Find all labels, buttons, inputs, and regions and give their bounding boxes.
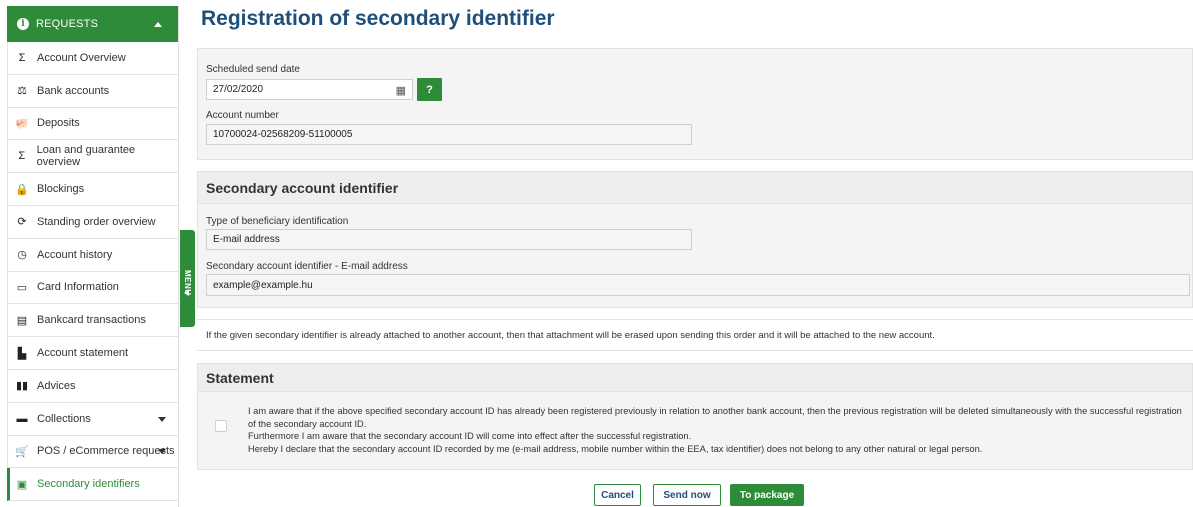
sigma-icon: Σ — [18, 150, 26, 163]
cancel-button[interactable]: Cancel — [594, 484, 641, 506]
send-now-button[interactable]: Send now — [653, 484, 721, 506]
sidebar-item[interactable]: ▭ Card Information — [7, 271, 178, 305]
pdf-icon: ▙ — [17, 347, 27, 360]
wallet-icon: ▬ — [16, 412, 28, 425]
sidebar-item-label: Account history — [37, 248, 113, 261]
page-title: Registration of secondary identifier — [201, 7, 555, 30]
account-number-field: 10700024-02568209-51100005 — [206, 124, 692, 145]
sidebar-item-label: Blockings — [37, 183, 85, 196]
sidebar-item[interactable]: ◷ Account history — [7, 238, 178, 272]
sidebar-item-label: Collections — [37, 412, 91, 425]
statement-line-2: Furthermore I am aware that the secondar… — [248, 431, 692, 442]
sidebar-item[interactable]: Σ Loan and guarantee overview — [7, 140, 178, 174]
sidebar-item[interactable]: 🔒 Blockings — [7, 173, 178, 206]
sidebar-item-label: Advices — [37, 379, 76, 392]
secondary-identifier-heading: Secondary account identifier — [198, 172, 1192, 204]
email-identifier-value: example@example.hu — [213, 279, 313, 291]
sidebar-item-label: Account Overview — [37, 51, 126, 64]
sidebar-item-label: Card Information — [37, 281, 119, 294]
sidebar: i REQUESTS Σ Account Overview ⚖ Bank accoun… — [7, 6, 179, 507]
card-icon: ▭ — [16, 281, 28, 294]
clock-icon: ◷ — [17, 249, 27, 262]
account-number-value: 10700024-02568209-51100005 — [213, 129, 353, 140]
sidebar-item[interactable]: ▣ Secondary identifiers — [7, 468, 178, 502]
chevron-left-icon — [184, 290, 189, 296]
notice-message: If the given secondary identifier is alr… — [206, 329, 935, 341]
sidebar-item[interactable]: Σ Account Overview — [7, 42, 178, 75]
sidebar-item-label: Secondary identifiers — [37, 478, 140, 491]
book-icon: ▮▮ — [15, 380, 29, 393]
chevron-down-icon[interactable] — [158, 416, 166, 422]
beneficiary-type-value: E-mail address — [213, 234, 280, 245]
lock-icon: 🔒 — [15, 183, 29, 196]
sidebar-item-label: Deposits — [37, 117, 80, 130]
chevron-up-icon — [154, 21, 162, 27]
sidebar-header-requests[interactable]: i REQUESTS — [7, 6, 178, 42]
piggy-bank-icon: 🐖 — [15, 117, 29, 130]
card-list-icon: ▤ — [16, 314, 28, 327]
sidebar-item-label: POS / eCommerce requests — [37, 445, 175, 458]
statement-panel: Statement I am aware that if the above s… — [197, 363, 1193, 470]
sidebar-item[interactable]: ⟳ Standing order overview — [7, 205, 178, 239]
statement-text: I am aware that if the above specified s… — [248, 405, 1188, 455]
sidebar-item-label: Loan and guarantee overview — [36, 144, 136, 169]
beneficiary-type-label: Type of beneficiary identification — [206, 216, 349, 227]
send-date-label: Scheduled send date — [206, 64, 300, 75]
sigma-icon: Σ — [18, 51, 26, 64]
details-panel: Scheduled send date 27/02/2020 ▦ ? Accou… — [197, 48, 1193, 160]
cart-icon: 🛒 — [15, 445, 29, 458]
sidebar-item[interactable]: ▮▮ Advices — [7, 369, 178, 403]
notice-text: If the given secondary identifier is alr… — [197, 319, 1193, 351]
statement-heading: Statement — [198, 364, 1192, 392]
sidebar-item[interactable]: ⚖ Bank accounts — [7, 74, 178, 108]
email-identifier-label: Secondary account identifier - E-mail ad… — [206, 261, 408, 272]
sidebar-header-label: REQUESTS — [36, 18, 99, 30]
statement-checkbox[interactable] — [215, 420, 227, 432]
sidebar-item[interactable]: ▤ Bankcard transactions — [7, 304, 178, 338]
scales-icon: ⚖ — [17, 85, 27, 98]
sidebar-item[interactable]: 🐖 Deposits — [7, 107, 178, 141]
statement-line-1: I am aware that if the above specified s… — [248, 406, 1182, 429]
id-card-icon: ▣ — [16, 478, 28, 491]
email-identifier-field[interactable]: example@example.hu — [206, 274, 1190, 296]
send-date-value: 27/02/2020 — [213, 84, 264, 95]
sidebar-item-label: Bank accounts — [37, 84, 110, 97]
sidebar-item[interactable]: 🛒 POS / eCommerce requests — [7, 435, 178, 469]
account-number-label: Account number — [206, 110, 279, 121]
sidebar-item-label: Bankcard transactions — [37, 314, 146, 327]
sidebar-item[interactable]: ▬ Collections — [7, 402, 178, 436]
sidebar-item-label: Standing order overview — [37, 215, 156, 228]
sidebar-item-label: Account statement — [37, 347, 129, 360]
to-package-button[interactable]: To package — [730, 484, 804, 506]
statement-line-3: Hereby I declare that the secondary acco… — [248, 443, 983, 454]
send-date-input[interactable]: 27/02/2020 ▦ — [206, 79, 413, 100]
calendar-icon[interactable]: ▦ — [396, 84, 406, 97]
refresh-icon: ⟳ — [17, 216, 27, 229]
info-icon: i — [17, 18, 29, 30]
sidebar-item[interactable]: ▙ Account statement — [7, 337, 178, 370]
menu-toggle-tab[interactable]: MENU — [180, 230, 195, 327]
secondary-identifier-panel: Secondary account identifier Type of ben… — [197, 171, 1193, 308]
chevron-down-icon[interactable] — [158, 449, 166, 455]
beneficiary-type-field: E-mail address — [206, 229, 692, 250]
help-button[interactable]: ? — [417, 78, 442, 101]
